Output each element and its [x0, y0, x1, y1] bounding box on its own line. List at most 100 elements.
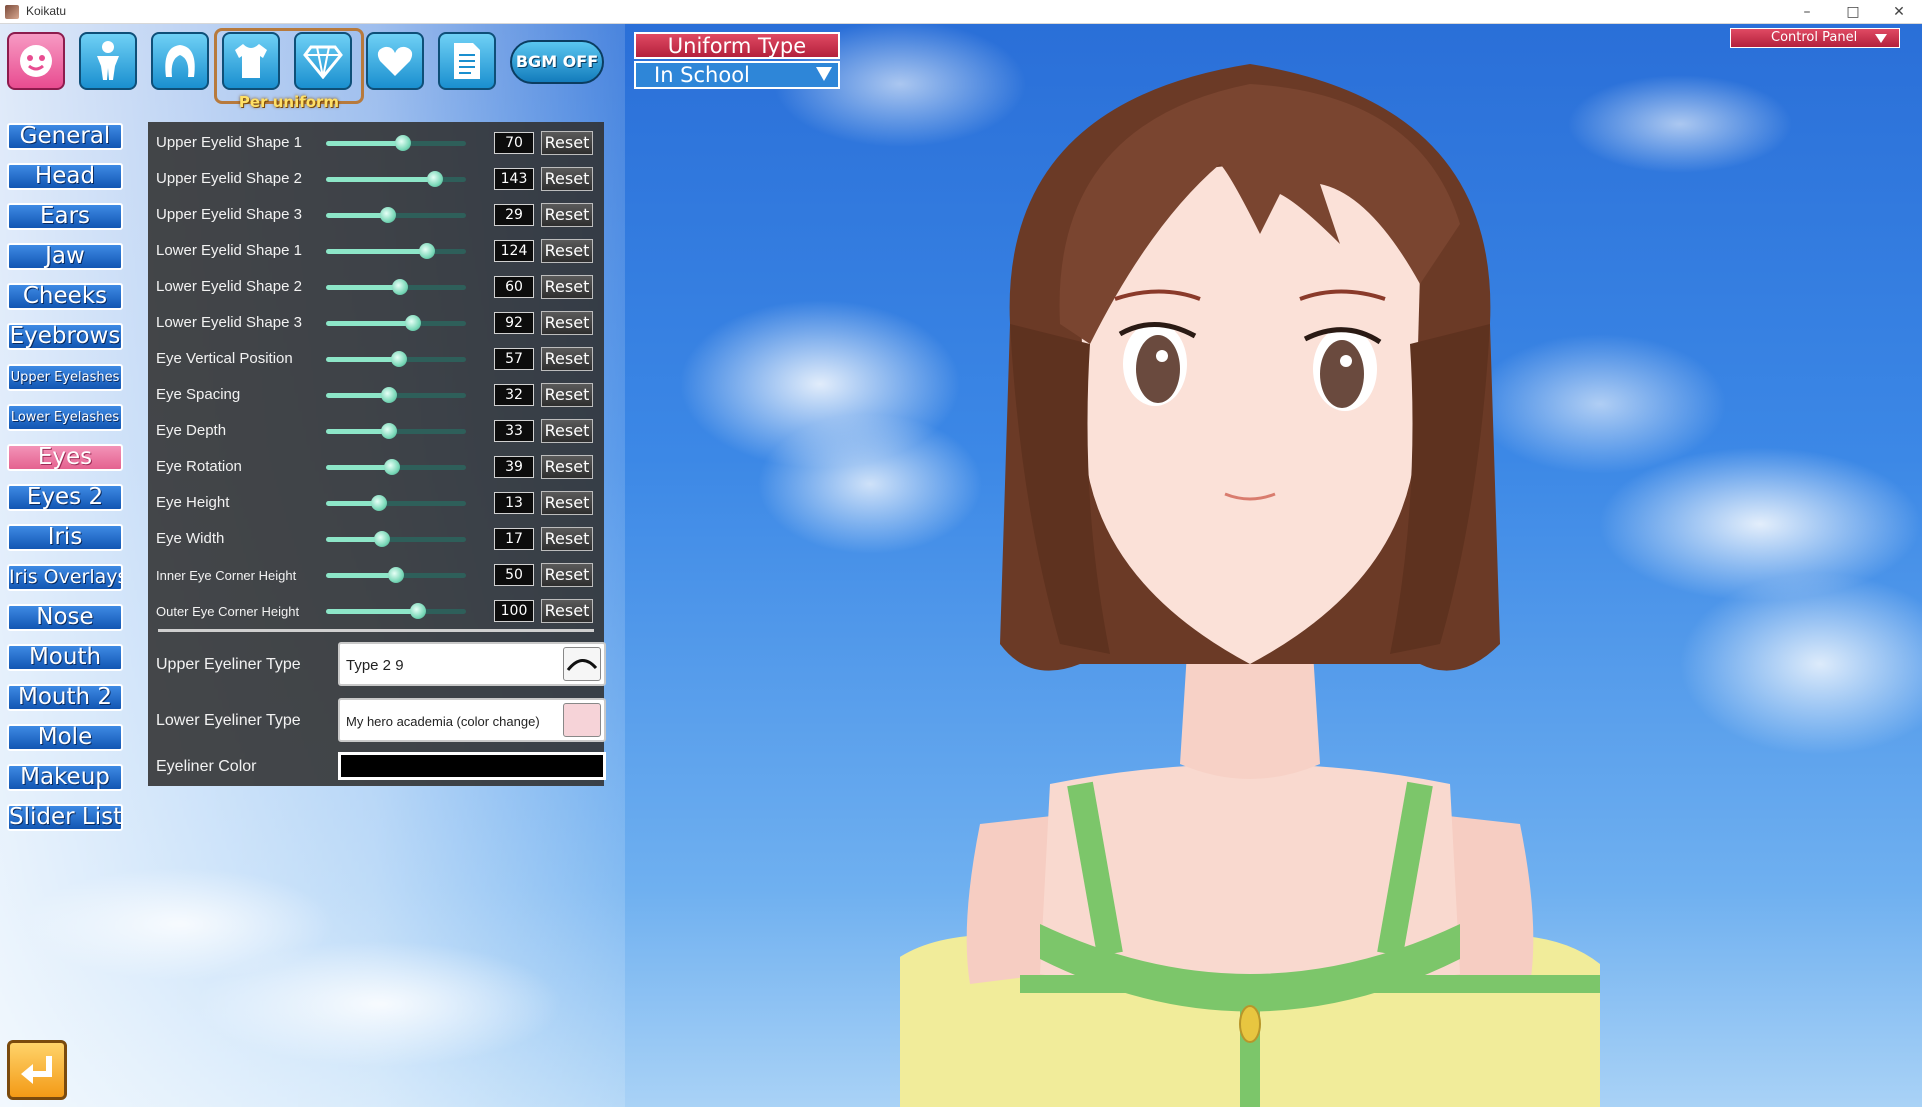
- maximize-button[interactable]: □: [1830, 0, 1876, 24]
- slider-track[interactable]: [326, 315, 466, 331]
- reset-button[interactable]: Reset: [541, 563, 593, 587]
- clothes-category-button[interactable]: [222, 32, 280, 90]
- category-mouth-2[interactable]: Mouth 2: [7, 684, 123, 711]
- reset-button[interactable]: Reset: [541, 239, 593, 263]
- category-eyebrows[interactable]: Eyebrows: [7, 323, 123, 350]
- category-makeup[interactable]: Makeup: [7, 764, 123, 791]
- reset-button[interactable]: Reset: [541, 419, 593, 443]
- category-upper-eyelashes[interactable]: Upper Eyelashes: [7, 364, 123, 391]
- slider-track[interactable]: [326, 279, 466, 295]
- category-mole[interactable]: Mole: [7, 724, 123, 751]
- reset-button[interactable]: Reset: [541, 131, 593, 155]
- eyeliner-color-swatch[interactable]: [338, 752, 606, 780]
- slider-track[interactable]: [326, 603, 466, 619]
- slider-handle[interactable]: [379, 207, 396, 223]
- slider-fill: [326, 465, 392, 470]
- slider-track[interactable]: [326, 135, 466, 151]
- category-eyes-2[interactable]: Eyes 2: [7, 484, 123, 511]
- reset-button[interactable]: Reset: [541, 527, 593, 551]
- accessory-category-button[interactable]: [294, 32, 352, 90]
- upper-eyeliner-select[interactable]: Type 2 9: [338, 642, 606, 686]
- slider-track[interactable]: [326, 351, 466, 367]
- reset-button[interactable]: Reset: [541, 599, 593, 623]
- slider-value-field[interactable]: 57: [494, 348, 534, 370]
- face-category-button[interactable]: [7, 32, 65, 90]
- category-mouth[interactable]: Mouth: [7, 644, 123, 671]
- category-eyes[interactable]: Eyes: [7, 444, 123, 471]
- control-panel-toggle[interactable]: Control Panel: [1730, 28, 1900, 48]
- bgm-toggle-button[interactable]: BGM OFF: [510, 40, 604, 84]
- slider-track[interactable]: [326, 171, 466, 187]
- slider-value-field[interactable]: 33: [494, 420, 534, 442]
- reset-button[interactable]: Reset: [541, 347, 593, 371]
- category-nose[interactable]: Nose: [7, 604, 123, 631]
- category-jaw[interactable]: Jaw: [7, 243, 123, 270]
- slider-track[interactable]: [326, 531, 466, 547]
- slider-value-field[interactable]: 29: [494, 204, 534, 226]
- reset-button[interactable]: Reset: [541, 491, 593, 515]
- slider-handle[interactable]: [383, 459, 400, 475]
- category-cheeks[interactable]: Cheeks: [7, 283, 123, 310]
- save-load-category-button[interactable]: [438, 32, 496, 90]
- slider-handle[interactable]: [427, 171, 444, 187]
- slider-track[interactable]: [326, 207, 466, 223]
- slider-value-field[interactable]: 143: [494, 168, 534, 190]
- back-button[interactable]: [7, 1040, 67, 1100]
- upper-eyeliner-thumbnail: [563, 647, 601, 681]
- slider-handle[interactable]: [381, 423, 397, 439]
- slider-label: Eye Rotation: [156, 458, 242, 475]
- slider-value-field[interactable]: 92: [494, 312, 534, 334]
- eyeliner-color-label: Eyeliner Color: [156, 758, 257, 775]
- slider-handle[interactable]: [418, 243, 435, 259]
- slider-track[interactable]: [326, 387, 466, 403]
- slider-track[interactable]: [326, 423, 466, 439]
- slider-handle[interactable]: [374, 531, 390, 547]
- reset-button[interactable]: Reset: [541, 275, 593, 299]
- slider-value-field[interactable]: 32: [494, 384, 534, 406]
- body-category-button[interactable]: [79, 32, 137, 90]
- slider-fill: [326, 357, 399, 362]
- category-general[interactable]: General: [7, 123, 123, 150]
- reset-button[interactable]: Reset: [541, 383, 593, 407]
- slider-value-field[interactable]: 100: [494, 600, 534, 622]
- slider-row: Eye Width 17 Reset: [156, 524, 596, 554]
- heart-icon: [377, 46, 413, 76]
- category-lower-eyelashes[interactable]: Lower Eyelashes: [7, 404, 123, 431]
- hair-category-button[interactable]: [151, 32, 209, 90]
- slider-value-field[interactable]: 17: [494, 528, 534, 550]
- category-iris-overlays[interactable]: Iris Overlays: [7, 564, 123, 591]
- slider-handle[interactable]: [390, 351, 407, 367]
- slider-value-field[interactable]: 60: [494, 276, 534, 298]
- reset-button[interactable]: Reset: [541, 167, 593, 191]
- reset-button[interactable]: Reset: [541, 203, 593, 227]
- slider-handle[interactable]: [381, 387, 397, 403]
- slider-label: Upper Eyelid Shape 3: [156, 206, 302, 223]
- slider-handle[interactable]: [395, 135, 411, 151]
- slider-handle[interactable]: [371, 495, 388, 511]
- category-ears[interactable]: Ears: [7, 203, 123, 230]
- minimize-button[interactable]: –: [1784, 0, 1830, 24]
- category-slider-list[interactable]: Slider List: [7, 804, 123, 831]
- slider-track[interactable]: [326, 243, 466, 259]
- slider-handle[interactable]: [410, 603, 427, 619]
- personality-category-button[interactable]: [366, 32, 424, 90]
- slider-value-field[interactable]: 50: [494, 564, 534, 586]
- category-head[interactable]: Head: [7, 163, 123, 190]
- lower-eyeliner-select[interactable]: My hero academia (color change): [338, 698, 606, 742]
- slider-value-field[interactable]: 124: [494, 240, 534, 262]
- slider-value-field[interactable]: 70: [494, 132, 534, 154]
- slider-row: Eye Spacing 32 Reset: [156, 380, 596, 410]
- slider-handle[interactable]: [388, 567, 404, 583]
- category-iris[interactable]: Iris: [7, 524, 123, 551]
- reset-button[interactable]: Reset: [541, 311, 593, 335]
- slider-value-field[interactable]: 13: [494, 492, 534, 514]
- slider-track[interactable]: [326, 567, 466, 583]
- uniform-type-select[interactable]: In School: [634, 61, 840, 89]
- slider-track[interactable]: [326, 459, 466, 475]
- slider-track[interactable]: [326, 495, 466, 511]
- reset-button[interactable]: Reset: [541, 455, 593, 479]
- close-button[interactable]: ✕: [1876, 0, 1922, 24]
- slider-value-field[interactable]: 39: [494, 456, 534, 478]
- slider-handle[interactable]: [392, 279, 409, 295]
- slider-handle[interactable]: [404, 315, 421, 331]
